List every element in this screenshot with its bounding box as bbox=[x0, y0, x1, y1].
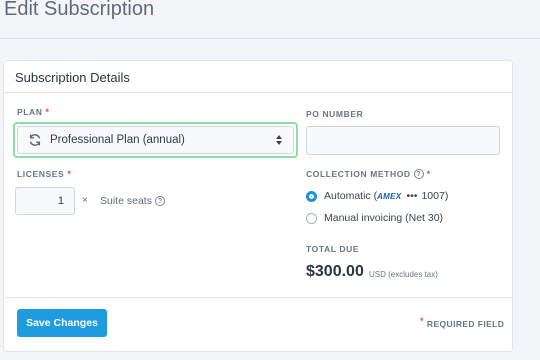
page-title: Edit Subscription bbox=[4, 0, 155, 20]
plan-selected-value: Professional Plan (annual) bbox=[50, 134, 185, 146]
licenses-label-text: LICENSES bbox=[17, 169, 65, 179]
plan-required-star: * bbox=[45, 107, 50, 117]
footer-divider bbox=[4, 297, 512, 298]
refresh-icon bbox=[29, 134, 41, 146]
masked-card-dots: ••• bbox=[406, 190, 418, 202]
collection-method-required-star: * bbox=[426, 169, 431, 179]
automatic-prefix: Automatic ( bbox=[324, 190, 378, 202]
amex-card-icon: AMEX bbox=[377, 191, 402, 201]
licenses-required-star: * bbox=[67, 169, 72, 179]
radio-button-unchecked[interactable] bbox=[306, 212, 317, 224]
times-sign: × bbox=[82, 195, 88, 206]
radio-option-manual[interactable]: Manual invoicing (Net 30) bbox=[306, 212, 443, 224]
plan-label-text: PLAN bbox=[17, 107, 43, 117]
radio-button-checked[interactable] bbox=[306, 190, 317, 202]
suite-seats-label: Suite seats? bbox=[100, 195, 165, 207]
select-arrows-icon bbox=[276, 135, 282, 145]
card-header: Subscription Details bbox=[4, 61, 512, 93]
help-icon[interactable]: ? bbox=[154, 196, 165, 206]
required-field-note: * REQUIRED FIELD bbox=[420, 316, 505, 329]
plan-label: PLAN * bbox=[17, 107, 50, 117]
radio-option-automatic[interactable]: Automatic (AMEX ••• 1007) bbox=[306, 190, 448, 202]
po-number-label: PO NUMBER bbox=[306, 109, 364, 119]
po-number-input[interactable] bbox=[306, 126, 500, 155]
help-icon[interactable]: ? bbox=[413, 169, 424, 179]
manual-invoicing-label: Manual invoicing (Net 30) bbox=[324, 212, 444, 224]
licenses-quantity-input[interactable]: 1 bbox=[15, 187, 75, 215]
required-note-star: * bbox=[420, 316, 424, 326]
suite-seats-text: Suite seats bbox=[100, 195, 152, 207]
licenses-label: LICENSES * bbox=[17, 169, 71, 179]
title-divider bbox=[0, 38, 540, 39]
save-changes-button[interactable]: Save Changes bbox=[17, 309, 107, 337]
automatic-suffix: ) bbox=[444, 190, 449, 202]
plan-select-box[interactable]: Professional Plan (annual) bbox=[17, 126, 294, 154]
collection-method-label-text: COLLECTION METHOD bbox=[306, 169, 411, 179]
total-due-note: USD (excludes tax) bbox=[369, 270, 438, 279]
total-due-amount: $300.00 bbox=[306, 263, 364, 280]
subscription-details-card: Subscription Details PLAN * Professional … bbox=[3, 60, 513, 352]
total-due-label: TOTAL DUE bbox=[306, 244, 360, 254]
required-note-text: REQUIRED FIELD bbox=[426, 319, 505, 329]
collection-method-label: COLLECTION METHOD? * bbox=[306, 169, 431, 179]
plan-select[interactable]: Professional Plan (annual) bbox=[13, 122, 298, 158]
card-title: Subscription Details bbox=[15, 70, 130, 85]
card-last-four: 1007 bbox=[421, 190, 445, 202]
